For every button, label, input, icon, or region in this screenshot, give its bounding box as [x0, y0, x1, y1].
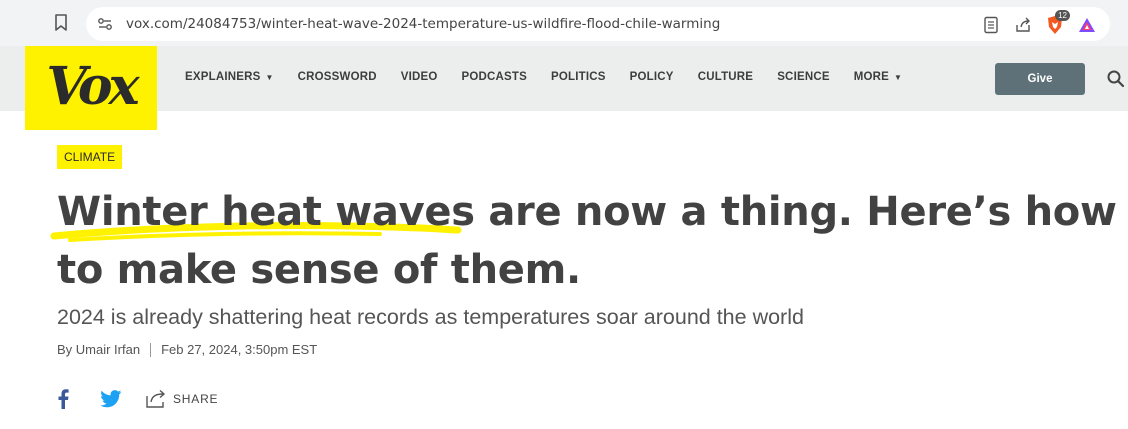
url-text[interactable]: vox.com/24084753/winter-heat-wave-2024-t… [126, 16, 720, 32]
author-link[interactable]: By Umair Irfan [57, 342, 140, 357]
share-page-icon[interactable] [1012, 14, 1034, 36]
chevron-down-icon: ▼ [265, 72, 274, 82]
reader-mode-icon[interactable] [980, 14, 1002, 36]
brave-shields-icon[interactable]: 12 [1044, 10, 1070, 36]
nav-item-explainers[interactable]: EXPLAINERS ▼ [185, 71, 274, 83]
search-icon[interactable] [1106, 69, 1126, 89]
nav-item-culture[interactable]: CULTURE [698, 71, 754, 83]
chevron-down-icon: ▼ [894, 72, 903, 82]
share-icon[interactable] [145, 388, 167, 410]
browser-toolbar: vox.com/24084753/winter-heat-wave-2024-t… [0, 0, 1128, 46]
twitter-icon[interactable] [99, 388, 123, 410]
logo-text: Vox [46, 55, 139, 117]
main-nav: EXPLAINERS ▼ CROSSWORD VIDEO PODCASTS POL… [185, 71, 926, 83]
article-headline: Winter heat waves are now a thing. Here’… [57, 183, 1117, 299]
nav-item-science[interactable]: SCIENCE [777, 71, 830, 83]
headline-highlighted: Winter heat waves [57, 189, 475, 235]
brave-badge-count: 12 [1055, 10, 1070, 21]
nav-item-policy[interactable]: POLICY [630, 71, 674, 83]
publish-date: Feb 27, 2024, 3:50pm EST [161, 342, 318, 357]
article-dek: 2024 is already shattering heat records … [57, 305, 804, 329]
nav-item-video[interactable]: VIDEO [401, 71, 438, 83]
share-label[interactable]: SHARE [173, 392, 218, 406]
category-tag[interactable]: CLIMATE [57, 145, 123, 169]
bookmark-icon[interactable] [50, 12, 72, 34]
byline-divider [150, 342, 152, 357]
share-bar: SHARE [55, 388, 218, 410]
brave-rewards-icon[interactable] [1076, 14, 1098, 36]
nav-item-politics[interactable]: POLITICS [551, 71, 606, 83]
facebook-icon[interactable] [55, 388, 71, 410]
nav-item-more[interactable]: MORE ▼ [854, 71, 902, 83]
site-settings-icon[interactable] [96, 15, 114, 33]
nav-item-podcasts[interactable]: PODCASTS [462, 71, 528, 83]
byline: By Umair Irfan Feb 27, 2024, 3:50pm EST [57, 342, 317, 357]
give-button[interactable]: Give [995, 63, 1085, 95]
vox-logo[interactable]: Vox [25, 46, 157, 130]
address-bar[interactable]: vox.com/24084753/winter-heat-wave-2024-t… [86, 7, 1110, 41]
nav-item-crossword[interactable]: CROSSWORD [298, 71, 377, 83]
